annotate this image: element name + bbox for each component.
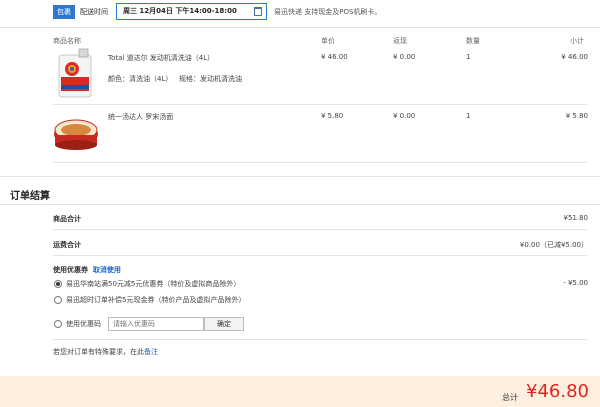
product-rebate: ¥ 0.00	[393, 53, 416, 61]
product-name[interactable]: Total 道达尔 发动机清洗油（4L）	[108, 53, 214, 63]
order-summary-title: 订单结算	[10, 191, 50, 202]
col-header-name: 商品名称	[53, 37, 81, 45]
promo-code-label[interactable]: 使用优惠码	[66, 319, 101, 329]
product-qty: 1	[466, 53, 471, 61]
product-subtotal: ¥ 5.80	[565, 112, 588, 120]
coupon-section-title: 使用优惠券 取消使用	[53, 266, 121, 274]
product-rebate: ¥ 0.00	[393, 112, 416, 120]
total-amount: ¥46.80	[526, 381, 589, 402]
goods-total-value: ¥51.80	[563, 214, 589, 222]
coupon-radio[interactable]	[54, 296, 62, 304]
product-price: ¥ 5.80	[321, 112, 344, 120]
shipping-total-value: ¥0.00（已减¥5.00）	[519, 241, 588, 249]
package-tag: 包裹	[53, 5, 75, 19]
coupon-discount-value: - ¥5.00	[563, 279, 588, 287]
col-header-price: 单价	[321, 37, 335, 45]
delivery-note: 易迅快递 支持现金及POS机刷卡。	[274, 8, 382, 16]
divider	[53, 162, 587, 163]
delivery-time-selector[interactable]: 周三 12月04日 下午14:00-18:00	[116, 3, 267, 20]
remark-link[interactable]: 备注	[144, 348, 158, 356]
special-request-text: 若您对订单有特殊要求，在此备注	[53, 348, 158, 356]
product-name[interactable]: 统一汤达人 罗宋汤面	[108, 112, 173, 122]
promo-code-input[interactable]	[108, 317, 204, 331]
divider	[53, 229, 587, 230]
promo-code-radio[interactable]	[54, 320, 62, 328]
product-subtotal: ¥ 46.00	[561, 53, 588, 61]
cancel-coupon-link[interactable]: 取消使用	[93, 266, 121, 274]
product-qty: 1	[466, 112, 471, 120]
promo-code-confirm-button[interactable]: 确定	[204, 317, 244, 331]
engine-oil-product-image[interactable]	[53, 47, 97, 99]
product-attributes: 颜色：清洗油（4L） 规格：发动机清洗油	[108, 75, 243, 83]
shipping-total-label: 运费合计	[53, 241, 81, 249]
product-price: ¥ 46.00	[321, 53, 348, 61]
coupon-radio-selected[interactable]	[54, 280, 62, 288]
divider	[53, 255, 587, 256]
calendar-icon[interactable]	[254, 7, 262, 16]
section-divider	[0, 176, 600, 177]
coupon-option-label[interactable]: 易迅超时订单补偿5元现金券（特价产品及虚拟产品除外）	[66, 295, 245, 305]
total-label: 总计	[502, 393, 518, 402]
noodle-bowl-product-image[interactable]	[53, 112, 99, 154]
goods-total-label: 商品合计	[53, 215, 81, 223]
coupon-option-label[interactable]: 易迅华南站满50元减5元优惠券（特价及虚拟商品除外）	[66, 279, 240, 289]
delivery-time-label: 配送时间	[80, 8, 108, 16]
divider	[53, 339, 587, 340]
divider	[53, 104, 587, 105]
divider	[0, 27, 600, 28]
delivery-time-value: 周三 12月04日 下午14:00-18:00	[123, 7, 237, 15]
divider	[0, 204, 600, 205]
col-header-rebate: 返现	[393, 37, 407, 45]
col-header-subtotal: 小计	[570, 37, 584, 45]
col-header-qty: 数量	[466, 37, 480, 45]
